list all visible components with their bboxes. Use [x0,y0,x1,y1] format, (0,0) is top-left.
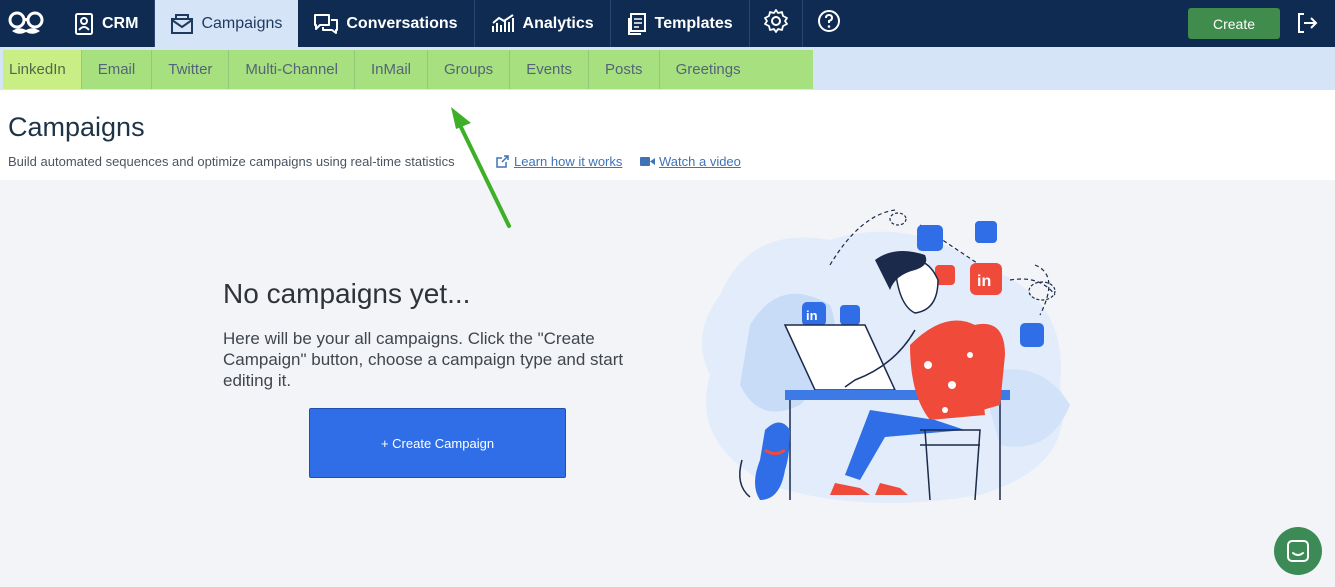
watch-video-link[interactable]: Watch a video [640,154,741,169]
watch-video-label: Watch a video [659,154,741,169]
learn-how-label: Learn how it works [514,154,623,169]
nav-campaigns[interactable]: Campaigns [155,0,299,47]
tab-email[interactable]: Email [82,50,153,89]
page-subtitle: Build automated sequences and optimize c… [8,154,455,169]
campaign-type-tabs: LinkedIn Email Twitter Multi-Channel InM… [0,47,1335,90]
nav-crm-label: CRM [102,14,139,32]
nav-campaigns-label: Campaigns [201,14,283,32]
logo-icon[interactable] [0,0,52,47]
nav-analytics-label: Analytics [522,14,594,32]
page-header: Campaigns Build automated sequences and … [0,90,1335,180]
chat-widget-button[interactable] [1274,527,1322,575]
tab-twitter[interactable]: Twitter [152,50,230,89]
tab-inmail[interactable]: InMail [355,50,428,89]
empty-state-description: Here will be your all campaigns. Click t… [223,329,624,390]
create-campaign-button[interactable]: + Create Campaign [309,408,566,478]
tabs-highlight: LinkedIn Email Twitter Multi-Channel InM… [3,50,813,89]
logout-icon[interactable] [1296,12,1318,34]
chat-icon [1287,540,1309,562]
nav-conversations[interactable]: Conversations [298,0,475,47]
tab-groups[interactable]: Groups [428,50,511,89]
svg-text:in: in [806,308,818,323]
tab-events[interactable]: Events [510,50,590,89]
envelope-icon [171,13,194,34]
empty-state-title: No campaigns yet... [223,278,471,309]
nav-conversations-label: Conversations [346,14,458,32]
page-title: Campaigns [8,112,145,142]
tab-posts[interactable]: Posts [589,50,660,89]
nav-templates[interactable]: Templates [611,0,750,47]
create-button[interactable]: Create [1188,8,1280,39]
chat-bubbles-icon [314,13,339,34]
question-circle-icon [817,9,841,38]
top-navigation: CRM Campaigns Conversations Analytics Te… [0,0,1335,47]
tab-linkedin[interactable]: LinkedIn [3,50,82,89]
nav-analytics[interactable]: Analytics [475,0,611,47]
document-icon [627,12,647,35]
tab-multi-channel[interactable]: Multi-Channel [229,50,355,89]
tab-greetings[interactable]: Greetings [660,50,757,89]
help-button[interactable] [803,0,855,47]
nav-templates-label: Templates [654,14,733,32]
settings-button[interactable] [750,0,803,47]
nav-crm[interactable]: CRM [52,0,156,47]
annotation-arrow-icon [451,107,511,228]
person-at-laptop-illustration: in in [702,209,1070,503]
gear-icon [763,9,788,38]
contact-book-icon [74,12,94,35]
svg-text:in: in [977,273,991,290]
video-camera-icon [640,157,655,166]
bar-chart-icon [491,13,515,34]
